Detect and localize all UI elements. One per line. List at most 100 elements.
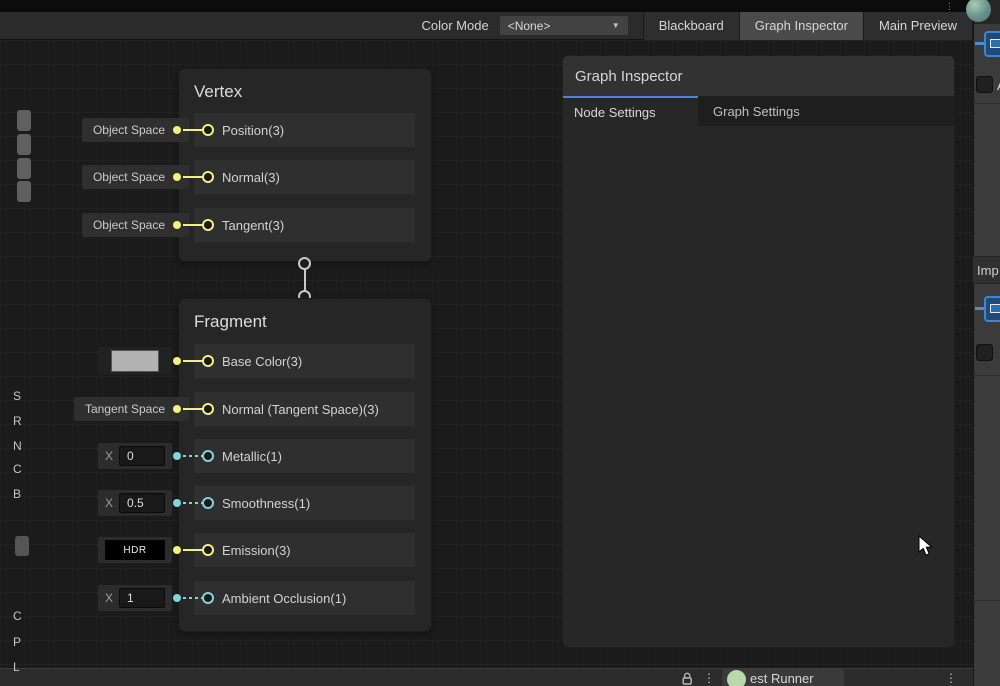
- edge-line: [183, 502, 203, 504]
- port-vector3[interactable]: [202, 171, 214, 183]
- shader-graph-asset-icon: [984, 31, 1000, 57]
- port-widget-slot: Object Space: [64, 113, 189, 147]
- shader-graph-asset-icon: [984, 296, 1000, 322]
- space-dropdown-value: Object Space: [93, 170, 165, 184]
- edge-line: [183, 224, 203, 226]
- float-field-value[interactable]: 0: [119, 446, 165, 466]
- port-float[interactable]: [202, 450, 214, 462]
- edge-connector-dot: [173, 357, 181, 365]
- space-dropdown-value: Tangent Space: [85, 402, 165, 416]
- title-bar: ⋮: [0, 0, 1000, 12]
- port-float[interactable]: [202, 592, 214, 604]
- port-vector3[interactable]: [202, 124, 214, 136]
- mouse-cursor-icon: [918, 535, 934, 562]
- stack-connector-out-port[interactable]: [298, 257, 311, 270]
- float-field-prefix: X: [105, 591, 113, 605]
- blackboard-toggle-button[interactable]: Blackboard: [644, 12, 739, 40]
- inspector-button[interactable]: [17, 181, 31, 202]
- inspector-button[interactable]: [17, 110, 31, 131]
- inspector-checkbox[interactable]: [976, 344, 993, 361]
- imported-object-header[interactable]: Imp: [973, 256, 1000, 284]
- float-field[interactable]: X1: [98, 585, 172, 611]
- edge-connector-dot: [173, 221, 181, 229]
- fragment-node-title: Fragment: [179, 299, 431, 332]
- color-mode-value: <None>: [508, 19, 612, 33]
- float-field-value[interactable]: 0.5: [119, 493, 165, 513]
- node-row-slot: Emission(3): [194, 533, 415, 567]
- float-field-prefix: X: [105, 449, 113, 463]
- inspector-button[interactable]: [17, 134, 31, 155]
- hdr-color-field[interactable]: HDR: [98, 537, 172, 563]
- test-runner-tab[interactable]: est Runner: [722, 669, 844, 686]
- inspector-button[interactable]: [17, 158, 31, 179]
- edge-connector-dot: [173, 546, 181, 554]
- divider: [973, 375, 1000, 376]
- port-widget-slot: X 0.5: [64, 486, 189, 520]
- edge-connector-dot: [173, 594, 181, 602]
- edge-connector-dot: [173, 452, 181, 460]
- port-widget-slot: Tangent Space: [64, 392, 189, 426]
- port-widget-slot: Object Space: [64, 208, 189, 242]
- float-field[interactable]: X0: [98, 443, 172, 469]
- port-row: Position(3)Object Space: [64, 113, 415, 147]
- port-row: Base Color(3): [64, 344, 415, 378]
- port-row: Normal (Tangent Space)(3) Tangent Space: [64, 392, 415, 426]
- graph-canvas[interactable]: Vertex Fragment Graph Inspector Node Set…: [0, 40, 973, 668]
- graph-inspector-toggle-button[interactable]: Graph Inspector: [740, 12, 863, 40]
- graph-inspector-panel: Graph Inspector Node Settings Graph Sett…: [562, 55, 955, 648]
- test-runner-tab-label: est Runner: [750, 671, 814, 686]
- node-row-label: Tangent(3): [222, 218, 284, 233]
- titlebar-kebab-icon[interactable]: ⋮: [945, 0, 954, 12]
- space-dropdown-value: Object Space: [93, 218, 165, 232]
- bottom-tab-bar: ⋮ est Runner ⋮: [0, 668, 973, 686]
- divider: [973, 600, 1000, 601]
- property-label: B: [13, 487, 21, 501]
- graph-toolbar: Color Mode <None> ▼ Blackboard Graph Ins…: [0, 12, 973, 40]
- edge-line: [183, 360, 203, 362]
- node-row-slot: Tangent(3): [194, 208, 415, 242]
- kebab-menu-icon[interactable]: ⋮: [945, 670, 957, 686]
- port-row: Normal(3) Object Space: [64, 160, 415, 194]
- lock-icon[interactable]: [680, 671, 694, 686]
- tab-node-settings[interactable]: Node Settings: [563, 96, 698, 126]
- color-swatch[interactable]: [111, 350, 159, 372]
- port-vector3[interactable]: [202, 219, 214, 231]
- port-vector3[interactable]: [202, 544, 214, 556]
- port-widget-slot: Object Space: [64, 160, 189, 194]
- port-row: Emission(3) HDR: [64, 533, 415, 567]
- space-dropdown[interactable]: Tangent Space: [74, 397, 189, 421]
- node-row-slot: Position(3): [194, 113, 415, 147]
- node-row-label: Normal(3): [222, 170, 280, 185]
- edge-line: [183, 549, 203, 551]
- color-field[interactable]: [98, 347, 172, 375]
- property-label: C: [13, 462, 22, 476]
- node-row-slot: Normal (Tangent Space)(3): [194, 392, 415, 426]
- port-vector3[interactable]: [202, 355, 214, 367]
- kebab-menu-icon[interactable]: ⋮: [703, 670, 715, 686]
- node-row-slot: Metallic(1): [194, 439, 415, 473]
- inspector-checkbox[interactable]: [976, 76, 993, 93]
- property-label: P: [13, 635, 21, 649]
- property-label: R: [13, 414, 22, 428]
- graph-inspector-panel-title: Graph Inspector: [563, 56, 954, 96]
- float-field-value[interactable]: 1: [119, 588, 165, 608]
- port-widget-slot: X1: [64, 581, 189, 615]
- inspector-body: [563, 126, 954, 648]
- main-preview-toggle-button[interactable]: Main Preview: [864, 12, 972, 40]
- node-row-label: Base Color(3): [222, 354, 302, 369]
- chevron-down-icon: ▼: [612, 21, 620, 30]
- port-row: Metallic(1) X0: [64, 439, 415, 473]
- port-float[interactable]: [202, 497, 214, 509]
- node-row-slot: Smoothness(1): [194, 486, 415, 520]
- port-vector3[interactable]: [202, 403, 214, 415]
- hdr-color-swatch[interactable]: HDR: [105, 540, 165, 560]
- inspector-tab-bar: Node Settings Graph Settings: [563, 96, 954, 126]
- vertex-node-title: Vertex: [179, 69, 431, 102]
- edge-line: [183, 597, 203, 599]
- float-field[interactable]: X 0.5: [98, 490, 172, 516]
- property-label: N: [13, 439, 22, 453]
- float-field-prefix: X: [105, 496, 113, 510]
- tab-graph-settings[interactable]: Graph Settings: [698, 96, 800, 126]
- color-mode-dropdown[interactable]: <None> ▼: [499, 15, 629, 36]
- port-widget-slot: X0: [64, 439, 189, 473]
